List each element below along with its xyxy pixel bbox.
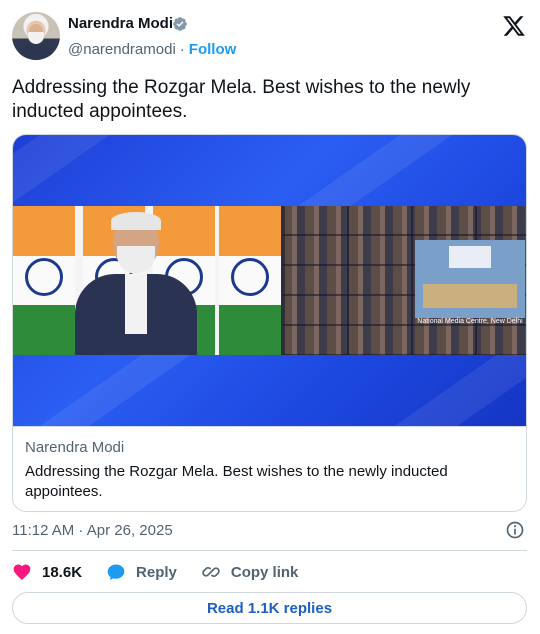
copy-link-icon <box>202 566 220 578</box>
video-thumbnail[interactable]: National Media Centre, New Delhi <box>13 135 526 426</box>
follow-button[interactable]: Follow <box>189 41 237 58</box>
reply-icon <box>107 564 125 580</box>
copy-link-button[interactable]: Copy link <box>201 562 299 582</box>
avatar[interactable] <box>12 12 60 60</box>
heart-icon <box>13 564 31 580</box>
author-name[interactable]: Narendra Modi <box>68 15 173 32</box>
info-icon[interactable] <box>505 520 525 540</box>
verified-badge-icon <box>173 17 187 31</box>
like-button[interactable]: 18.6K <box>12 562 82 582</box>
reply-label: Reply <box>136 563 177 581</box>
copy-link-label: Copy link <box>230 563 299 581</box>
speaker-pane <box>13 206 281 355</box>
handle-row: @narendramodi · Follow <box>68 41 236 58</box>
video-frame: National Media Centre, New Delhi <box>13 206 526 355</box>
link-source: Narendra Modi <box>25 439 125 456</box>
separator: · <box>179 41 185 58</box>
media-link-card[interactable]: National Media Centre, New Delhi Narendr… <box>12 134 527 512</box>
reply-button[interactable]: Reply <box>106 562 177 582</box>
embedded-post: Narendra Modi @narendramodi · Follow Add… <box>0 0 540 634</box>
link-title: Addressing the Rozgar Mela. Best wishes … <box>25 463 448 500</box>
link-meta[interactable]: Narendra Modi Addressing the Rozgar Mela… <box>13 426 526 511</box>
read-replies-button[interactable]: Read 1.1K replies <box>12 592 527 624</box>
overlay-caption: National Media Centre, New Delhi <box>417 318 523 325</box>
author-handle[interactable]: @narendramodi <box>68 41 176 58</box>
stage-thumbnail <box>415 240 525 318</box>
action-bar: 18.6K Reply Copy link <box>12 561 322 583</box>
divider <box>12 550 527 551</box>
x-logo-icon[interactable] <box>502 14 526 38</box>
like-count: 18.6K <box>42 563 83 581</box>
post-text: Addressing the Rozgar Mela. Best wishes … <box>12 77 471 122</box>
timestamp[interactable]: 11:12 AM · Apr 26, 2025 <box>12 522 173 539</box>
